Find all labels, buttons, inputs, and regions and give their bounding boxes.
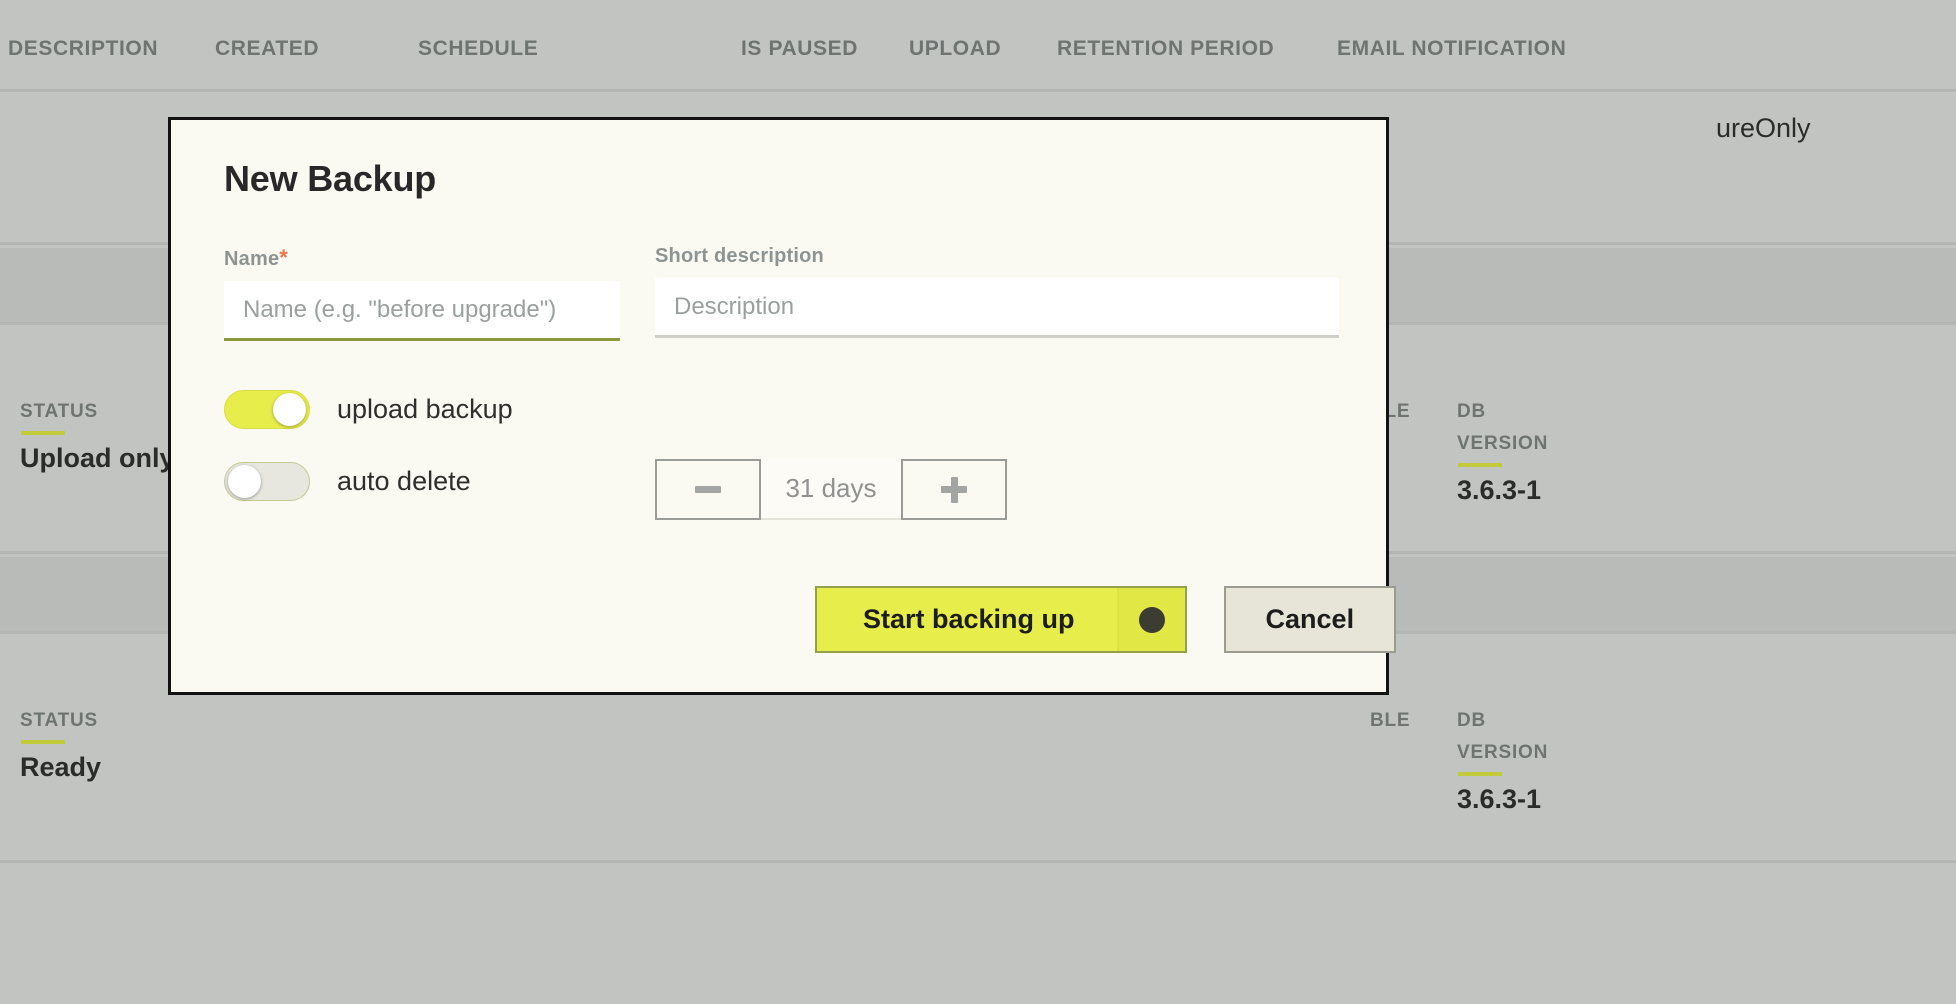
app-root: DESCRIPTION CREATED SCHEDULE IS PAUSED U…	[0, 0, 1956, 1004]
minus-icon	[695, 486, 721, 493]
auto-delete-toggle[interactable]	[224, 462, 310, 501]
column-header-description: DESCRIPTION	[8, 37, 158, 61]
cell-email-notification-value: ureOnly	[1716, 111, 1811, 145]
cell-status: STATUS Ready	[20, 705, 101, 784]
upload-backup-toggle[interactable]	[224, 390, 310, 429]
cell-version-label: VERSION	[1457, 428, 1548, 460]
cell-status-value: Ready	[20, 750, 101, 784]
table-header-row: DESCRIPTION CREATED SCHEDULE IS PAUSED U…	[0, 0, 1956, 92]
toggle-knob	[228, 465, 261, 498]
cell-db-version: DB VERSION 3.6.3-1	[1457, 396, 1548, 507]
circle-icon	[1139, 607, 1165, 633]
cell-status-label: STATUS	[20, 396, 175, 428]
cell-db-version-value: 3.6.3-1	[1457, 782, 1548, 816]
retention-increment-button[interactable]	[901, 459, 1007, 520]
description-input[interactable]	[655, 278, 1339, 335]
cell-db-label: DB	[1457, 705, 1548, 737]
cell-db-version-value: 3.6.3-1	[1457, 473, 1548, 507]
dialog-actions: Start backing up Cancel	[815, 586, 1396, 653]
cell-status-label: STATUS	[20, 705, 101, 737]
cell-underline	[1458, 463, 1502, 467]
cell-db-label: DB	[1457, 396, 1548, 428]
retention-stepper: 31 days	[655, 459, 1007, 520]
plus-icon	[941, 477, 967, 503]
cancel-button[interactable]: Cancel	[1224, 586, 1397, 653]
start-backing-up-label: Start backing up	[817, 604, 1117, 635]
start-backing-up-button[interactable]: Start backing up	[815, 586, 1187, 653]
column-header-email-notification: EMAIL NOTIFICATION	[1337, 37, 1566, 61]
column-header-schedule: SCHEDULE	[418, 37, 538, 61]
name-input-underline	[224, 338, 620, 341]
cell-version-label: VERSION	[1457, 737, 1548, 769]
cell-truncated-label: BLE	[1370, 705, 1410, 737]
dialog-title: New Backup	[224, 158, 436, 200]
required-asterisk-icon: *	[279, 245, 288, 270]
cell-underline	[21, 740, 65, 744]
toggle-knob	[273, 393, 306, 426]
auto-delete-toggle-label: auto delete	[337, 466, 471, 497]
cell-db-version: DB VERSION 3.6.3-1	[1457, 705, 1548, 816]
new-backup-dialog: New Backup Name* Short description uploa…	[168, 117, 1389, 695]
name-input[interactable]	[224, 281, 620, 338]
column-header-upload: UPLOAD	[909, 37, 1001, 61]
description-input-underline	[655, 335, 1339, 338]
column-header-is-paused: IS PAUSED	[741, 37, 858, 61]
cell-status-value: Upload only	[20, 441, 175, 475]
retention-decrement-button[interactable]	[655, 459, 761, 520]
cell-status: STATUS Upload only	[20, 396, 175, 475]
name-label-text: Name	[224, 248, 279, 270]
column-header-retention-period: RETENTION PERIOD	[1057, 37, 1274, 61]
primary-button-icon-slot	[1119, 588, 1185, 651]
retention-value: 31 days	[761, 459, 901, 520]
column-header-created: CREATED	[215, 37, 319, 61]
name-field-label: Name*	[224, 245, 620, 271]
cell-underline	[1458, 772, 1502, 776]
auto-delete-toggle-row[interactable]: auto delete	[224, 462, 471, 501]
cell-underline	[21, 431, 65, 435]
description-field-label: Short description	[655, 245, 1339, 268]
description-field-group: Short description	[655, 245, 1339, 338]
name-field-group: Name*	[224, 245, 620, 341]
upload-backup-toggle-label: upload backup	[337, 394, 513, 425]
upload-backup-toggle-row[interactable]: upload backup	[224, 390, 513, 429]
